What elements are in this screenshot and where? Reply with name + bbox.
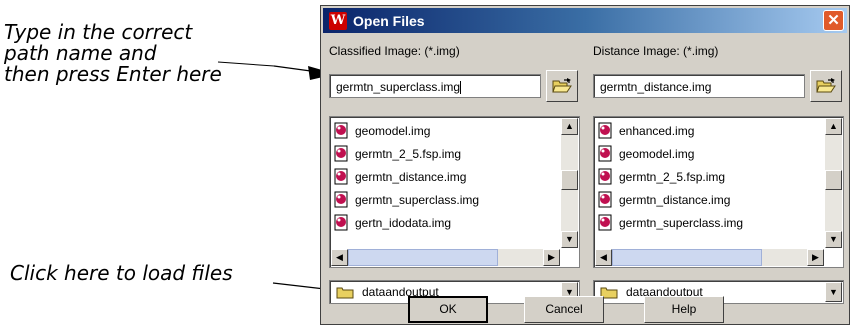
file-name: germtn_2_5.fsp.img (355, 146, 462, 161)
file-name: gertn_idodata.img (355, 215, 452, 230)
image-file-icon (598, 168, 612, 185)
file-name: enhanced.img (619, 123, 695, 138)
list-item[interactable]: germtn_superclass.img (332, 188, 559, 211)
callout-line: path name and (4, 41, 157, 65)
vertical-scrollbar[interactable]: ▲ ▼ (561, 118, 578, 248)
list-item[interactable]: gertn_idodata.img (332, 211, 559, 234)
distance-image-label: Distance Image: (*.img) (593, 44, 719, 58)
distance-path-value: germtn_distance.img (600, 80, 712, 94)
image-file-icon (334, 122, 348, 139)
file-name: germtn_superclass.img (619, 215, 744, 230)
callout-load-instruction: Click here to load files (10, 261, 233, 285)
classified-image-panel: Classified Image: (*.img) germtn_supercl… (329, 44, 580, 304)
distance-file-list[interactable]: enhanced.img geomodel.img germtn_2_5.fsp… (593, 116, 844, 268)
horizontal-scrollbar[interactable]: ◀ ▶ (331, 249, 560, 266)
classified-image-label: Classified Image: (*.img) (329, 44, 460, 58)
folder-open-icon (552, 78, 572, 93)
scroll-thumb[interactable] (561, 170, 578, 190)
file-name: germtn_distance.img (619, 192, 731, 207)
scroll-up-icon[interactable]: ▲ (561, 118, 578, 135)
scroll-right-icon[interactable]: ▶ (543, 249, 560, 266)
scroll-left-icon[interactable]: ◀ (331, 249, 348, 266)
image-file-icon (334, 191, 348, 208)
chevron-down-icon[interactable]: ▼ (825, 282, 842, 302)
file-name: geomodel.img (355, 123, 431, 138)
image-file-icon (334, 214, 348, 231)
dialog-title: Open Files (353, 12, 425, 29)
app-logo-icon: W (329, 11, 347, 30)
callout-line: then press Enter here (4, 62, 222, 86)
image-file-icon (598, 214, 612, 231)
list-item[interactable]: geomodel.img (596, 142, 823, 165)
title-bar[interactable]: W Open Files ✕ (323, 8, 847, 33)
folder-icon (336, 287, 354, 298)
scroll-thumb[interactable] (348, 249, 498, 266)
image-file-icon (598, 122, 612, 139)
classified-file-list[interactable]: geomodel.img germtn_2_5.fsp.img germtn_d… (329, 116, 580, 268)
list-item[interactable]: germtn_distance.img (332, 165, 559, 188)
callout-line: Type in the correct (4, 20, 193, 44)
classified-path-input[interactable]: germtn_superclass.img (329, 74, 541, 98)
image-file-icon (598, 145, 612, 162)
file-name: geomodel.img (619, 146, 695, 161)
list-item[interactable]: germtn_superclass.img (596, 211, 823, 234)
scroll-down-icon[interactable]: ▼ (561, 231, 578, 248)
scroll-up-icon[interactable]: ▲ (825, 118, 842, 135)
vertical-scrollbar[interactable]: ▲ ▼ (825, 118, 842, 248)
folder-open-icon (816, 78, 836, 93)
image-file-icon (334, 168, 348, 185)
list-item[interactable]: germtn_2_5.fsp.img (596, 165, 823, 188)
list-item[interactable]: germtn_distance.img (596, 188, 823, 211)
file-name: germtn_superclass.img (355, 192, 480, 207)
scroll-thumb[interactable] (825, 170, 842, 190)
cancel-button[interactable]: Cancel (524, 296, 604, 323)
scroll-thumb[interactable] (612, 249, 762, 266)
scroll-right-icon[interactable]: ▶ (807, 249, 824, 266)
callout-path-instruction: Type in the correct path name and then p… (4, 22, 304, 85)
classified-path-value: germtn_superclass.img (336, 80, 461, 94)
file-name: germtn_distance.img (355, 169, 467, 184)
distance-path-input[interactable]: germtn_distance.img (593, 74, 805, 98)
browse-folder-button[interactable] (810, 70, 842, 102)
scroll-left-icon[interactable]: ◀ (595, 249, 612, 266)
close-button[interactable]: ✕ (823, 10, 844, 31)
list-item[interactable]: geomodel.img (332, 119, 559, 142)
help-button[interactable]: Help (644, 296, 724, 323)
distance-image-panel: Distance Image: (*.img) germtn_distance.… (593, 44, 844, 304)
list-item[interactable]: enhanced.img (596, 119, 823, 142)
open-files-dialog: W Open Files ✕ Classified Image: (*.img)… (320, 5, 850, 325)
list-item[interactable]: germtn_2_5.fsp.img (332, 142, 559, 165)
image-file-icon (334, 145, 348, 162)
text-caret (460, 81, 462, 95)
ok-button[interactable]: OK (408, 296, 488, 323)
browse-folder-button[interactable] (546, 70, 578, 102)
horizontal-scrollbar[interactable]: ◀ ▶ (595, 249, 824, 266)
image-file-icon (598, 191, 612, 208)
file-name: germtn_2_5.fsp.img (619, 169, 726, 184)
scroll-down-icon[interactable]: ▼ (825, 231, 842, 248)
